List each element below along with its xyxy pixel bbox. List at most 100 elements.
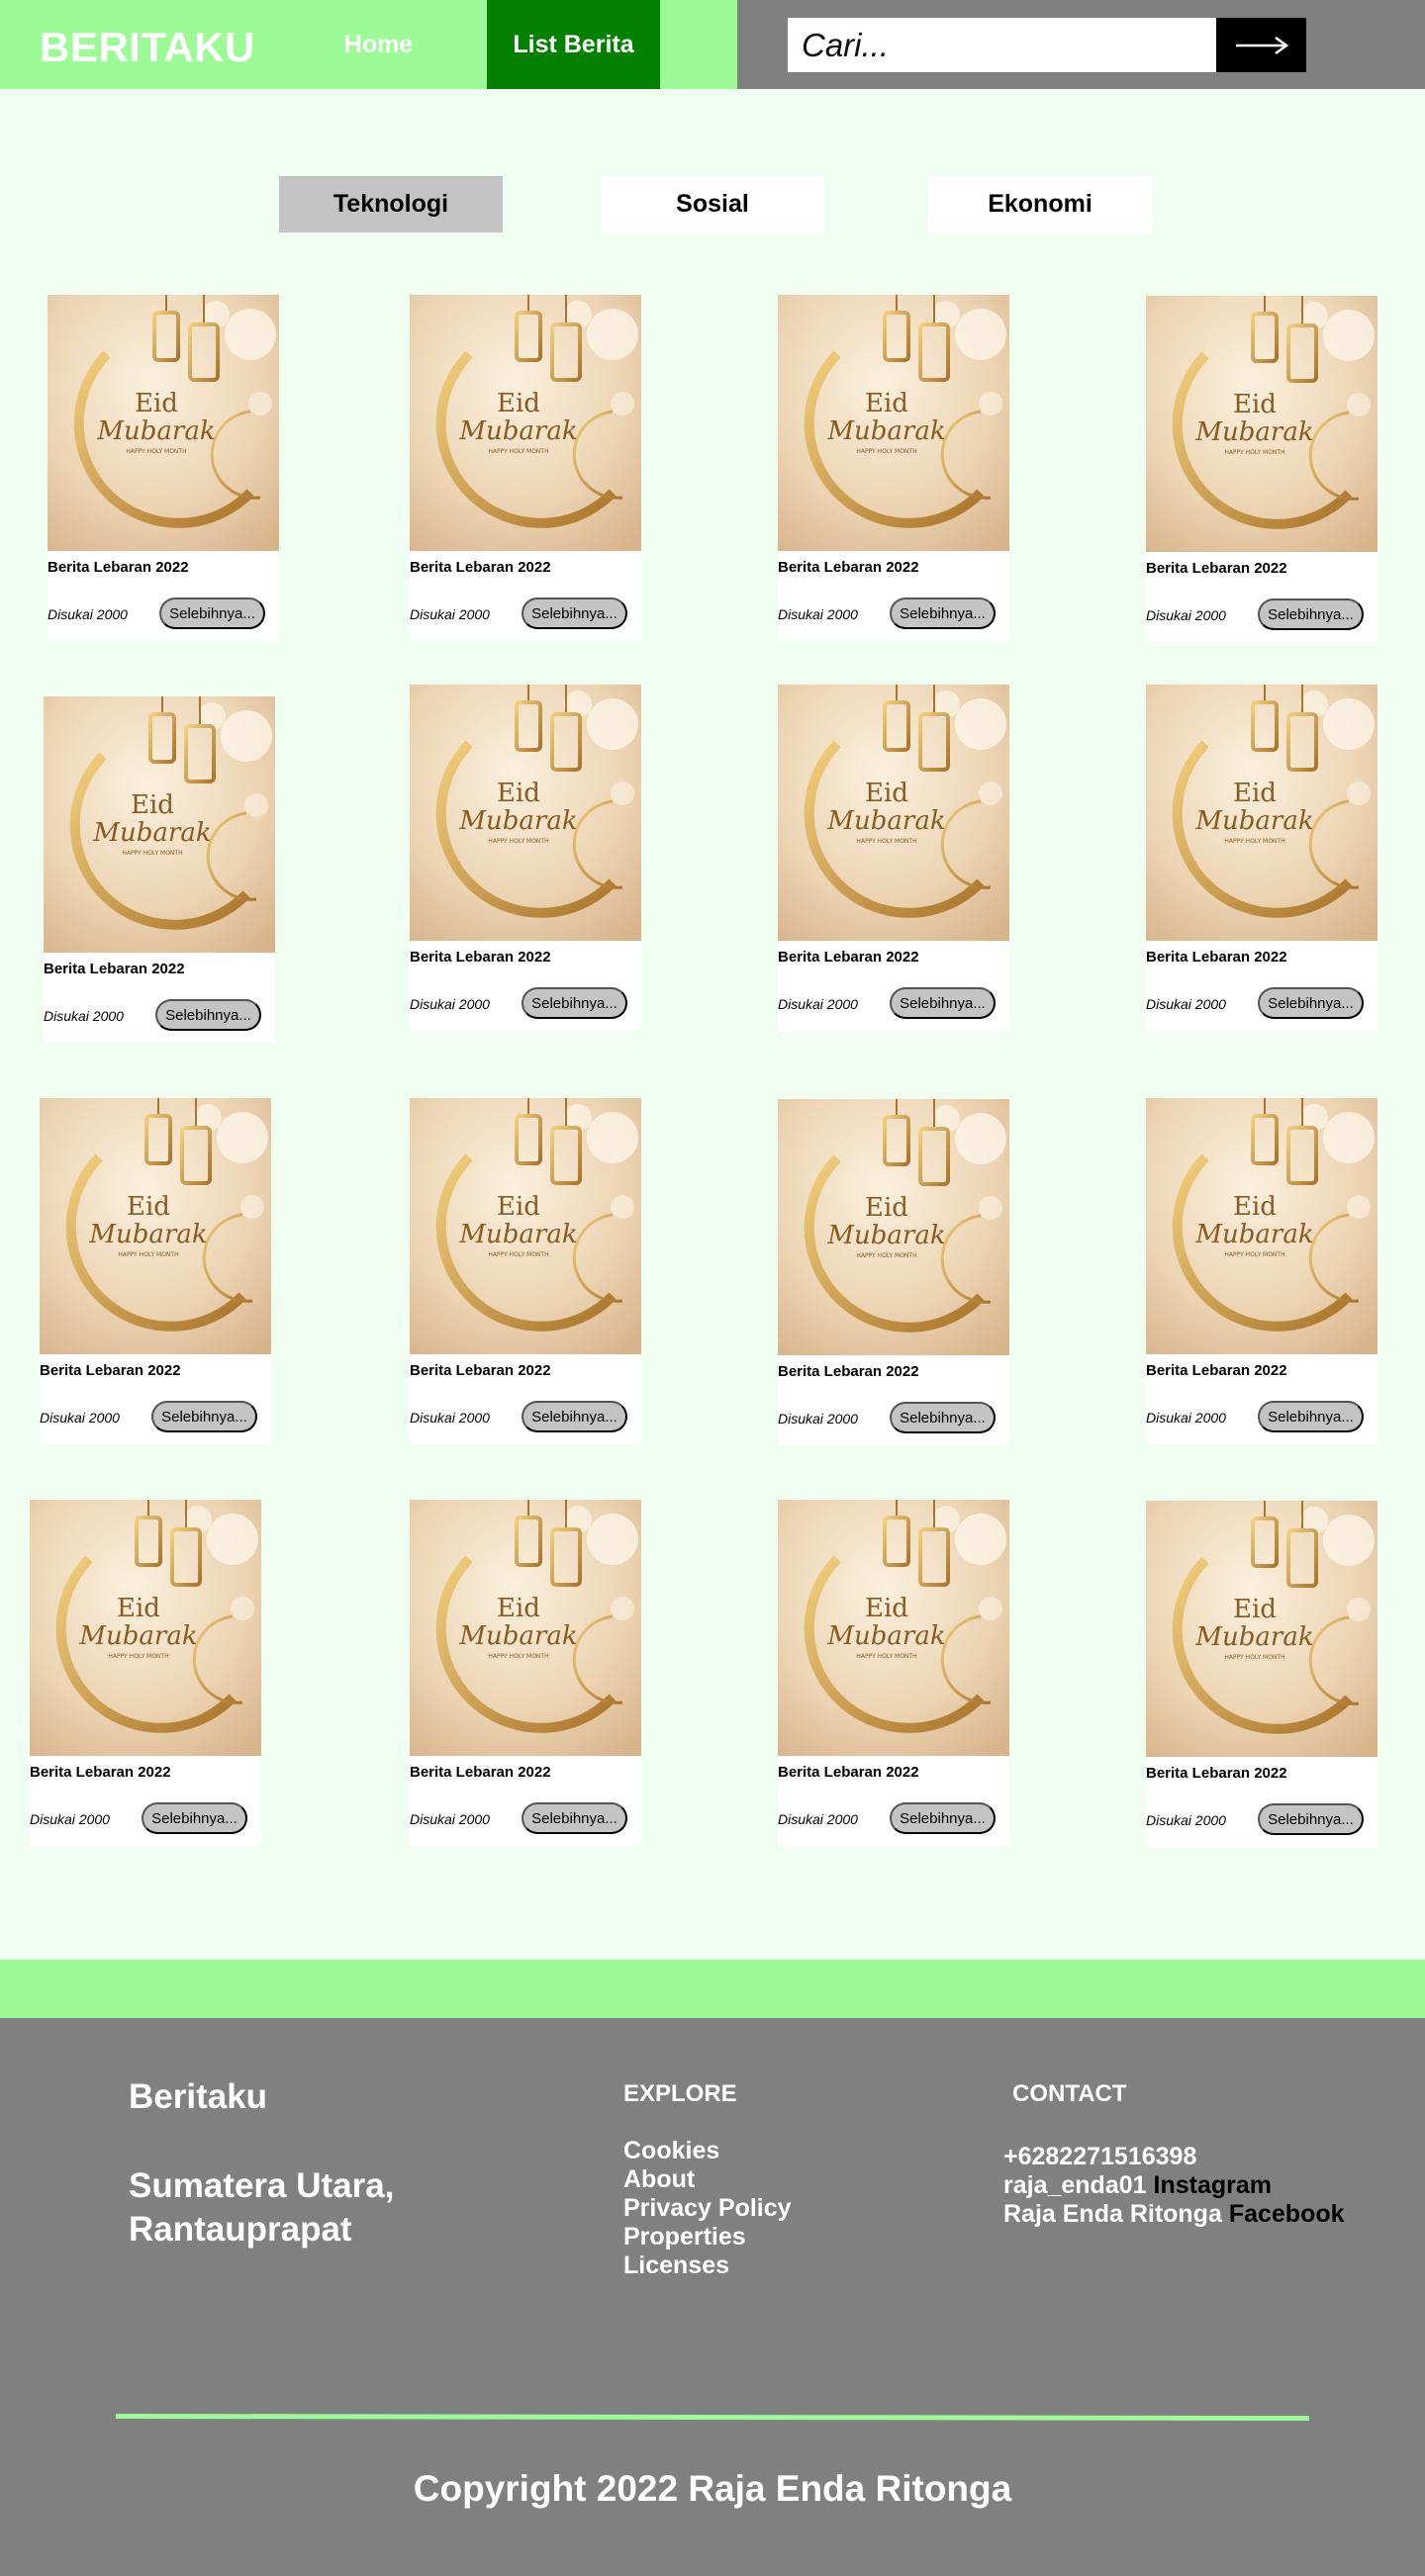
news-card[interactable]: Eid Mubarak HAPPY HOLY MONTH Berita Leba… bbox=[1146, 685, 1378, 1031]
card-title[interactable]: Berita Lebaran 2022 bbox=[40, 1362, 181, 1379]
card-title[interactable]: Berita Lebaran 2022 bbox=[410, 949, 551, 966]
read-more-button[interactable]: Selebihnya... bbox=[1258, 1803, 1364, 1835]
card-title[interactable]: Berita Lebaran 2022 bbox=[410, 1764, 551, 1781]
svg-text:Eid: Eid bbox=[117, 1594, 160, 1623]
card-title[interactable]: Berita Lebaran 2022 bbox=[778, 559, 919, 576]
read-more-button[interactable]: Selebihnya... bbox=[155, 999, 261, 1031]
card-title[interactable]: Berita Lebaran 2022 bbox=[1146, 1765, 1287, 1782]
card-likes: Disukai 2000 bbox=[410, 1811, 490, 1827]
news-card[interactable]: Eid Mubarak HAPPY HOLY MONTH Berita Leba… bbox=[40, 1098, 271, 1444]
news-card[interactable]: Eid Mubarak HAPPY HOLY MONTH Berita Leba… bbox=[1146, 296, 1378, 642]
read-more-button[interactable]: Selebihnya... bbox=[522, 1401, 627, 1432]
read-more-button[interactable]: Selebihnya... bbox=[142, 1802, 247, 1834]
news-card[interactable]: Eid Mubarak HAPPY HOLY MONTH Berita Leba… bbox=[48, 295, 279, 641]
news-card[interactable]: Eid Mubarak HAPPY HOLY MONTH Berita Leba… bbox=[1146, 1098, 1378, 1444]
read-more-button[interactable]: Selebihnya... bbox=[159, 598, 265, 629]
news-card[interactable]: Eid Mubarak HAPPY HOLY MONTH Berita Leba… bbox=[410, 685, 641, 1031]
card-image[interactable]: Eid Mubarak HAPPY HOLY MONTH bbox=[778, 1099, 1009, 1355]
site-logo[interactable]: BERITAKU bbox=[40, 24, 255, 71]
svg-text:Mubarak: Mubarak bbox=[1194, 1622, 1313, 1652]
card-image[interactable]: Eid Mubarak HAPPY HOLY MONTH bbox=[410, 1500, 641, 1756]
svg-text:Eid: Eid bbox=[1233, 390, 1277, 419]
read-more-button[interactable]: Selebihnya... bbox=[151, 1401, 257, 1432]
news-card[interactable]: Eid Mubarak HAPPY HOLY MONTH Berita Leba… bbox=[778, 295, 1009, 641]
facebook-link[interactable]: Facebook bbox=[1229, 2200, 1345, 2228]
svg-text:Mubarak: Mubarak bbox=[1194, 806, 1313, 836]
svg-text:HAPPY HOLY MONTH: HAPPY HOLY MONTH bbox=[1224, 838, 1284, 845]
read-more-button[interactable]: Selebihnya... bbox=[890, 598, 996, 629]
search-input[interactable] bbox=[788, 18, 1218, 72]
read-more-button[interactable]: Selebihnya... bbox=[890, 987, 996, 1019]
footer-link-privacy-policy[interactable]: Privacy Policy bbox=[623, 2194, 792, 2223]
footer-brand: Beritaku bbox=[129, 2077, 268, 2116]
card-likes: Disukai 2000 bbox=[778, 996, 858, 1012]
card-image[interactable]: Eid Mubarak HAPPY HOLY MONTH bbox=[1146, 685, 1378, 941]
svg-text:HAPPY HOLY MONTH: HAPPY HOLY MONTH bbox=[488, 1251, 548, 1258]
card-image[interactable]: Eid Mubarak HAPPY HOLY MONTH bbox=[1146, 296, 1378, 552]
tab-sosial[interactable]: Sosial bbox=[601, 176, 824, 232]
search-button[interactable] bbox=[1216, 18, 1306, 72]
svg-text:Mubarak: Mubarak bbox=[826, 1221, 945, 1250]
news-card[interactable]: Eid Mubarak HAPPY HOLY MONTH Berita Leba… bbox=[778, 1500, 1009, 1846]
card-title[interactable]: Berita Lebaran 2022 bbox=[48, 559, 189, 576]
news-card[interactable]: Eid Mubarak HAPPY HOLY MONTH Berita Leba… bbox=[410, 295, 641, 641]
card-image[interactable]: Eid Mubarak HAPPY HOLY MONTH bbox=[410, 295, 641, 551]
svg-text:HAPPY HOLY MONTH: HAPPY HOLY MONTH bbox=[126, 448, 186, 455]
news-card[interactable]: Eid Mubarak HAPPY HOLY MONTH Berita Leba… bbox=[410, 1500, 641, 1846]
card-image[interactable]: Eid Mubarak HAPPY HOLY MONTH bbox=[778, 685, 1009, 941]
svg-text:Eid: Eid bbox=[497, 1192, 540, 1222]
footer-link-licenses[interactable]: Licenses bbox=[623, 2252, 792, 2280]
news-card[interactable]: Eid Mubarak HAPPY HOLY MONTH Berita Leba… bbox=[778, 685, 1009, 1031]
svg-text:HAPPY HOLY MONTH: HAPPY HOLY MONTH bbox=[122, 850, 182, 857]
read-more-button[interactable]: Selebihnya... bbox=[522, 598, 627, 629]
footer-link-cookies[interactable]: Cookies bbox=[623, 2137, 792, 2165]
card-image[interactable]: Eid Mubarak HAPPY HOLY MONTH bbox=[40, 1098, 271, 1354]
card-image[interactable]: Eid Mubarak HAPPY HOLY MONTH bbox=[30, 1500, 261, 1756]
tab-teknologi[interactable]: Teknologi bbox=[279, 176, 503, 232]
footer-link-properties[interactable]: Properties bbox=[623, 2223, 792, 2252]
svg-text:Eid: Eid bbox=[865, 779, 908, 808]
card-image[interactable]: Eid Mubarak HAPPY HOLY MONTH bbox=[1146, 1501, 1378, 1757]
footer-link-about[interactable]: About bbox=[623, 2165, 792, 2194]
card-title[interactable]: Berita Lebaran 2022 bbox=[1146, 560, 1287, 577]
card-title[interactable]: Berita Lebaran 2022 bbox=[30, 1764, 171, 1781]
news-card[interactable]: Eid Mubarak HAPPY HOLY MONTH Berita Leba… bbox=[1146, 1501, 1378, 1847]
card-title[interactable]: Berita Lebaran 2022 bbox=[778, 1764, 919, 1781]
card-image[interactable]: Eid Mubarak HAPPY HOLY MONTH bbox=[410, 1098, 641, 1354]
read-more-button[interactable]: Selebihnya... bbox=[1258, 598, 1364, 630]
card-title[interactable]: Berita Lebaran 2022 bbox=[1146, 1362, 1287, 1379]
card-image[interactable]: Eid Mubarak HAPPY HOLY MONTH bbox=[44, 696, 275, 953]
card-likes: Disukai 2000 bbox=[1146, 1410, 1226, 1426]
card-title[interactable]: Berita Lebaran 2022 bbox=[778, 949, 919, 966]
eid-mubarak-image: Eid Mubarak HAPPY HOLY MONTH bbox=[1146, 685, 1378, 941]
card-image[interactable]: Eid Mubarak HAPPY HOLY MONTH bbox=[778, 1500, 1009, 1756]
svg-text:Mubarak: Mubarak bbox=[92, 818, 211, 848]
card-title[interactable]: Berita Lebaran 2022 bbox=[410, 559, 551, 576]
read-more-button[interactable]: Selebihnya... bbox=[1258, 1401, 1364, 1432]
card-image[interactable]: Eid Mubarak HAPPY HOLY MONTH bbox=[778, 295, 1009, 551]
news-card[interactable]: Eid Mubarak HAPPY HOLY MONTH Berita Leba… bbox=[778, 1099, 1009, 1445]
card-likes: Disukai 2000 bbox=[48, 606, 128, 622]
news-card[interactable]: Eid Mubarak HAPPY HOLY MONTH Berita Leba… bbox=[44, 696, 275, 1043]
card-title[interactable]: Berita Lebaran 2022 bbox=[1146, 949, 1287, 966]
nav-home[interactable]: Home bbox=[327, 0, 430, 89]
card-image[interactable]: Eid Mubarak HAPPY HOLY MONTH bbox=[48, 295, 279, 551]
card-title[interactable]: Berita Lebaran 2022 bbox=[44, 961, 185, 977]
card-image[interactable]: Eid Mubarak HAPPY HOLY MONTH bbox=[1146, 1098, 1378, 1354]
svg-text:Eid: Eid bbox=[865, 389, 908, 418]
card-title[interactable]: Berita Lebaran 2022 bbox=[410, 1362, 551, 1379]
news-card[interactable]: Eid Mubarak HAPPY HOLY MONTH Berita Leba… bbox=[410, 1098, 641, 1444]
card-title[interactable]: Berita Lebaran 2022 bbox=[778, 1363, 919, 1380]
instagram-link[interactable]: Instagram bbox=[1154, 2171, 1272, 2199]
read-more-button[interactable]: Selebihnya... bbox=[890, 1802, 996, 1834]
svg-text:HAPPY HOLY MONTH: HAPPY HOLY MONTH bbox=[856, 1252, 916, 1259]
read-more-button[interactable]: Selebihnya... bbox=[890, 1402, 996, 1433]
card-image[interactable]: Eid Mubarak HAPPY HOLY MONTH bbox=[410, 685, 641, 941]
read-more-button[interactable]: Selebihnya... bbox=[522, 987, 627, 1019]
news-card[interactable]: Eid Mubarak HAPPY HOLY MONTH Berita Leba… bbox=[30, 1500, 261, 1846]
nav-list-berita[interactable]: List Berita bbox=[487, 0, 660, 89]
read-more-button[interactable]: Selebihnya... bbox=[522, 1802, 627, 1834]
card-likes: Disukai 2000 bbox=[44, 1008, 124, 1024]
tab-ekonomi[interactable]: Ekonomi bbox=[928, 176, 1152, 232]
read-more-button[interactable]: Selebihnya... bbox=[1258, 987, 1364, 1019]
